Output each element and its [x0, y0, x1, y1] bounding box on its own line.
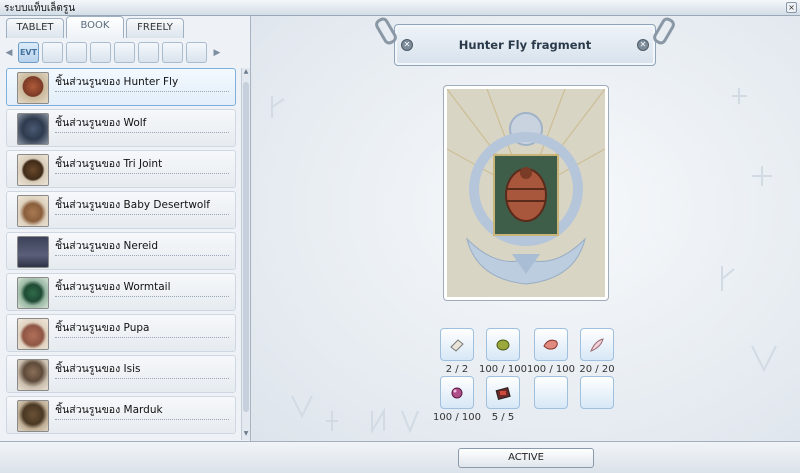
category-button[interactable] — [138, 42, 159, 63]
material-slot[interactable] — [440, 376, 474, 409]
rune-list: ชิ้นส่วนรูนของ Hunter Fly ชิ้นส่วนรูนของ… — [6, 68, 238, 440]
list-item[interactable]: ชิ้นส่วนรูนของ Isis — [6, 355, 236, 393]
chevron-right-icon[interactable]: ▶ — [212, 46, 222, 60]
scroll-down-icon[interactable]: ▼ — [242, 430, 250, 440]
material-quantity: 2 / 2 — [445, 364, 469, 375]
material-slot-empty[interactable] — [534, 376, 568, 409]
material-slot[interactable] — [486, 328, 520, 361]
divider — [55, 173, 229, 174]
list-item-label: ชิ้นส่วนรูนของ Isis — [55, 363, 141, 375]
tri-joint-icon — [17, 154, 49, 186]
divider — [55, 132, 229, 133]
material-quantity: 100 / 100 — [433, 412, 481, 423]
paper-icon — [450, 339, 464, 352]
fragment-title-banner: ✕ ✕ Hunter Fly fragment — [372, 16, 678, 66]
list-item-label: ชิ้นส่วนรูนของ Wormtail — [55, 281, 171, 293]
fragment-title: Hunter Fly fragment — [458, 38, 592, 52]
list-item-label: ชิ้นส่วนรูนของ Nereid — [55, 240, 158, 252]
divider — [55, 255, 229, 256]
marduk-icon — [17, 400, 49, 432]
isis-icon — [17, 359, 49, 391]
pupa-icon — [17, 318, 49, 350]
divider — [55, 419, 229, 420]
active-button[interactable]: ACTIVE — [458, 448, 594, 468]
list-item[interactable]: ชิ้นส่วนรูนของ Wolf — [6, 109, 236, 147]
scrollbar-thumb[interactable] — [243, 82, 249, 412]
list-item[interactable]: ชิ้นส่วนรูนของ Pupa — [6, 314, 236, 352]
scroll-up-icon[interactable]: ▲ — [242, 68, 250, 78]
divider — [55, 337, 229, 338]
window-title: ระบบแท็บเล็ตรูน — [4, 3, 76, 14]
list-item-label: ชิ้นส่วนรูนของ Baby Desertwolf — [55, 199, 210, 211]
divider — [55, 214, 229, 215]
list-item[interactable]: ชิ้นส่วนรูนของ Marduk — [6, 396, 236, 434]
meat-icon — [543, 339, 558, 350]
list-item[interactable]: ชิ้นส่วนรูนของ Tri Joint — [6, 150, 236, 188]
material-quantity: 20 / 20 — [579, 364, 615, 375]
rune-card-image — [444, 86, 608, 300]
materials-grid: 2 / 2 100 / 100 100 / 100 20 / 20 100 / … — [433, 328, 626, 438]
material-slot-empty[interactable] — [580, 376, 614, 409]
tab-bar: TABLET BOOK FREELY — [0, 16, 251, 38]
bottom-bar: ACTIVE — [0, 441, 800, 473]
feather-icon — [590, 338, 604, 352]
material-quantity: 100 / 100 — [479, 364, 527, 375]
list-scrollbar[interactable]: ▲ ▼ — [241, 68, 250, 440]
list-item-label: ชิ้นส่วนรูนของ Hunter Fly — [55, 76, 179, 88]
material-quantity: 5 / 5 — [491, 412, 515, 423]
title-bar: ระบบแท็บเล็ตรูน × — [0, 0, 800, 16]
category-button[interactable] — [66, 42, 87, 63]
material-slot[interactable] — [534, 328, 568, 361]
list-item-label: ชิ้นส่วนรูนของ Wolf — [55, 117, 147, 129]
green-seed-icon — [496, 339, 510, 351]
tab-book[interactable]: BOOK — [66, 16, 124, 38]
list-item[interactable]: ชิ้นส่วนรูนของ Nereid — [6, 232, 236, 270]
close-icon[interactable]: × — [786, 2, 797, 13]
divider — [55, 378, 229, 379]
category-button[interactable] — [162, 42, 183, 63]
category-button[interactable] — [90, 42, 111, 63]
category-bar: ◀ EVT ▶ — [4, 42, 244, 64]
wolf-icon — [17, 113, 49, 145]
tab-tablet[interactable]: TABLET — [6, 18, 64, 38]
wormtail-icon — [17, 277, 49, 309]
nereid-icon — [17, 236, 49, 268]
material-quantity: 100 / 100 — [527, 364, 575, 375]
category-button[interactable] — [42, 42, 63, 63]
material-slot[interactable] — [580, 328, 614, 361]
category-button-evt[interactable]: EVT — [18, 42, 39, 63]
baby-desertwolf-icon — [17, 195, 49, 227]
chevron-left-icon[interactable]: ◀ — [4, 46, 14, 60]
list-item[interactable]: ชิ้นส่วนรูนของ Hunter Fly — [6, 68, 236, 106]
material-slot[interactable] — [486, 376, 520, 409]
purple-orb-icon — [451, 387, 463, 399]
rune-list-panel: TABLET BOOK FREELY ◀ EVT ▶ ชิ้นส่วนรูนขอ… — [0, 16, 251, 441]
list-item[interactable]: ชิ้นส่วนรูนของ Wormtail — [6, 273, 236, 311]
category-button[interactable] — [114, 42, 135, 63]
list-item-label: ชิ้นส่วนรูนของ Marduk — [55, 404, 163, 416]
list-item-label: ชิ้นส่วนรูนของ Tri Joint — [55, 158, 163, 170]
list-item[interactable]: ชิ้นส่วนรูนของ Baby Desertwolf — [6, 191, 236, 229]
material-slot[interactable] — [440, 328, 474, 361]
tab-freely[interactable]: FREELY — [126, 18, 184, 38]
list-item-label: ชิ้นส่วนรูนของ Pupa — [55, 322, 150, 334]
category-button[interactable] — [186, 42, 207, 63]
detail-panel: ✕ ✕ Hunter Fly fragment 2 / 2 100 / 100 … — [252, 16, 800, 441]
divider — [55, 91, 229, 92]
divider — [55, 296, 229, 297]
hunter-fly-icon — [17, 72, 49, 104]
card-album-icon — [495, 386, 511, 400]
